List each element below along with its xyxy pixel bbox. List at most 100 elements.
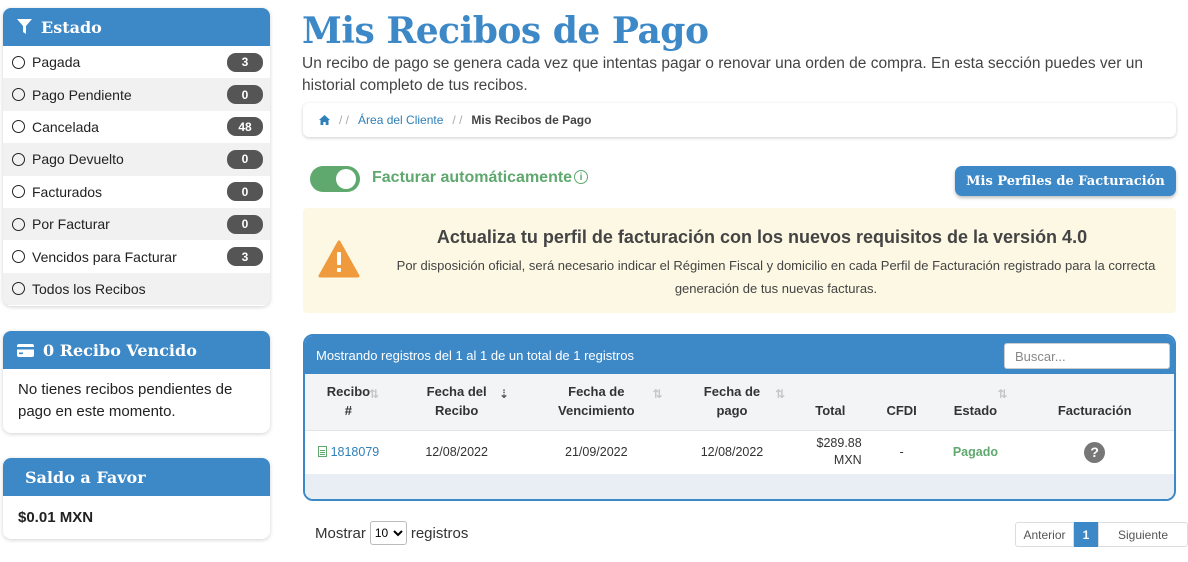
breadcrumb-current: Mis Recibos de Pago bbox=[471, 113, 592, 127]
sort-desc-icon[interactable]: ⇣ bbox=[499, 385, 509, 404]
cell-total: $289.88 MXN bbox=[792, 429, 868, 474]
info-icon[interactable]: i bbox=[574, 170, 588, 184]
status-label: Por Facturar bbox=[32, 216, 110, 233]
status-filter-todos[interactable]: Todos los Recibos bbox=[3, 272, 270, 306]
receipt-link[interactable]: 1818079 bbox=[331, 445, 380, 459]
status-count-badge: 48 bbox=[227, 117, 263, 137]
page-title: Mis Recibos de Pago bbox=[302, 10, 709, 52]
status-label: Pago Devuelto bbox=[32, 151, 124, 168]
status-count-badge: 3 bbox=[227, 247, 263, 267]
status-filter-pago-devuelto[interactable]: Pago Devuelto 0 bbox=[3, 143, 270, 176]
auto-bill-toggle[interactable] bbox=[310, 166, 360, 192]
column-header-fecha-vencimiento[interactable]: Fecha de Vencimiento ⇅ bbox=[521, 374, 671, 430]
breadcrumb-client-area[interactable]: Área del Cliente bbox=[358, 113, 443, 127]
receipts-table-panel: Mostrando registros del 1 al 1 de un tot… bbox=[303, 334, 1176, 501]
column-header-total: Total bbox=[815, 402, 846, 418]
status-filter-por-facturar[interactable]: Por Facturar 0 bbox=[3, 207, 270, 241]
overdue-receipts-panel: 0 Recibo Vencido No tienes recibos pendi… bbox=[3, 331, 270, 433]
cell-facturacion: ? bbox=[1015, 429, 1174, 474]
sort-icon[interactable]: ⇅ bbox=[998, 385, 1008, 404]
pagination-page-1[interactable]: 1 bbox=[1074, 522, 1098, 547]
overdue-message: No tienes recibos pendientes de pago en … bbox=[18, 381, 233, 420]
radio-icon[interactable] bbox=[12, 282, 25, 296]
page-description: Un recibo de pago se genera cada vez que… bbox=[302, 55, 1143, 94]
breadcrumb-separator: / / bbox=[339, 113, 350, 127]
status-filter-pago-pendiente[interactable]: Pago Pendiente 0 bbox=[3, 78, 270, 111]
status-count-badge: 3 bbox=[227, 52, 263, 72]
receipts-table: Recibo # ⇅ Fecha del Recibo ⇣ Fecha de Vencim… bbox=[305, 374, 1174, 474]
column-header-fecha-pago[interactable]: Fecha de pago ⇅ bbox=[671, 374, 793, 430]
auto-bill-label: Facturar automáticamente bbox=[372, 169, 573, 186]
status-panel-title: Estado bbox=[41, 17, 102, 37]
table-header-row: Recibo # ⇅ Fecha del Recibo ⇣ Fecha de Vencim… bbox=[305, 374, 1174, 430]
status-count-badge: 0 bbox=[227, 182, 263, 202]
status-label: Vencidos para Facturar bbox=[32, 248, 177, 265]
credit-balance-header: Saldo a Favor bbox=[3, 458, 270, 496]
credit-balance-amount: $0.01 MXN bbox=[18, 509, 94, 526]
status-filter-vencidos-para-facturar[interactable]: Vencidos para Facturar 3 bbox=[3, 240, 270, 272]
filter-icon bbox=[17, 19, 32, 34]
help-icon[interactable]: ? bbox=[1084, 441, 1106, 463]
cell-fecha-pago: 12/08/2022 bbox=[671, 429, 793, 474]
overdue-panel-header: 0 Recibo Vencido bbox=[3, 331, 270, 369]
column-header-cfdi: CFDI bbox=[886, 402, 917, 418]
breadcrumb-separator: / / bbox=[452, 113, 463, 127]
table-row: 1818079 12/08/2022 21/09/2022 12/08/2022… bbox=[305, 429, 1174, 474]
column-header-facturacion: Facturación bbox=[1057, 402, 1132, 418]
page-length-select[interactable]: 10 bbox=[369, 521, 407, 545]
billing-update-alert: Actualiza tu perfil de facturación con l… bbox=[303, 208, 1176, 313]
radio-icon[interactable] bbox=[12, 88, 25, 102]
status-label: Pagada bbox=[32, 54, 81, 71]
status-label: Todos los Recibos bbox=[32, 280, 146, 297]
sort-icon[interactable]: ⇅ bbox=[652, 385, 662, 404]
cell-recibo: 1818079 bbox=[305, 429, 392, 474]
column-header-fecha-recibo[interactable]: Fecha del Recibo ⇣ bbox=[392, 374, 522, 430]
status-label: Cancelada bbox=[32, 118, 99, 135]
status-filter-facturados[interactable]: Facturados 0 bbox=[3, 176, 270, 208]
radio-icon[interactable] bbox=[12, 217, 25, 231]
column-header-recibo[interactable]: Recibo # ⇅ bbox=[305, 374, 392, 430]
credit-card-icon bbox=[17, 343, 34, 357]
page-length-control: Mostrar 10 registros bbox=[315, 521, 468, 545]
table-footer-bar bbox=[305, 474, 1174, 499]
cell-fecha-recibo: 12/08/2022 bbox=[391, 429, 522, 474]
pagination: Anterior 1 Siguiente bbox=[1015, 522, 1188, 547]
sort-icon[interactable]: ⇅ bbox=[775, 385, 785, 404]
status-label: Facturados bbox=[32, 183, 103, 200]
sort-icon[interactable]: ⇅ bbox=[369, 385, 379, 404]
pagination-next-button[interactable]: Siguiente bbox=[1098, 522, 1188, 547]
search-input[interactable] bbox=[1004, 343, 1170, 369]
status-filter-pagada[interactable]: Pagada 3 bbox=[3, 46, 270, 78]
status-panel-header: Estado bbox=[3, 8, 270, 46]
status-filter-panel: Estado Pagada 3 Pago Pendiente 0 Cancelada… bbox=[3, 8, 270, 306]
status-count-badge: 0 bbox=[227, 149, 263, 169]
table-toolbar: Mostrando registros del 1 al 1 de un tot… bbox=[305, 336, 1174, 374]
status-label: Pago Pendiente bbox=[32, 86, 132, 103]
radio-icon[interactable] bbox=[12, 55, 25, 69]
pagination-prev-button[interactable]: Anterior bbox=[1015, 522, 1074, 547]
cell-cfdi: - bbox=[867, 429, 936, 474]
table-info: Mostrando registros del 1 al 1 de un tot… bbox=[316, 347, 634, 363]
document-icon bbox=[317, 446, 327, 458]
billing-profiles-button[interactable]: Mis Perfiles de Facturación bbox=[955, 166, 1176, 196]
status-count-badge: 0 bbox=[227, 214, 263, 234]
breadcrumb: / / Área del Cliente / / Mis Recibos de … bbox=[303, 103, 1176, 137]
radio-icon[interactable] bbox=[12, 185, 25, 199]
status-list: Pagada 3 Pago Pendiente 0 Cancelada 48 Pago… bbox=[3, 46, 270, 306]
show-suffix: registros bbox=[410, 524, 469, 542]
column-header-estado[interactable]: Estado ⇅ bbox=[936, 374, 1016, 430]
radio-icon[interactable] bbox=[12, 152, 25, 166]
alert-title: Actualiza tu perfil de facturación con l… bbox=[436, 227, 1088, 247]
alert-text: Por disposición oficial, será necesario … bbox=[396, 258, 1156, 296]
overdue-panel-title: 0 Recibo Vencido bbox=[43, 340, 197, 360]
radio-icon[interactable] bbox=[12, 250, 25, 264]
status-count-badge: 0 bbox=[227, 85, 263, 105]
show-prefix: Mostrar bbox=[315, 524, 366, 542]
home-icon[interactable] bbox=[319, 115, 330, 125]
toggle-knob bbox=[336, 169, 356, 189]
cell-fecha-vencimiento: 21/09/2022 bbox=[521, 429, 672, 474]
radio-icon[interactable] bbox=[12, 120, 25, 134]
cell-estado: Pagado bbox=[935, 429, 1016, 474]
status-filter-cancelada[interactable]: Cancelada 48 bbox=[3, 111, 270, 143]
credit-balance-panel: Saldo a Favor $0.01 MXN bbox=[3, 458, 270, 539]
